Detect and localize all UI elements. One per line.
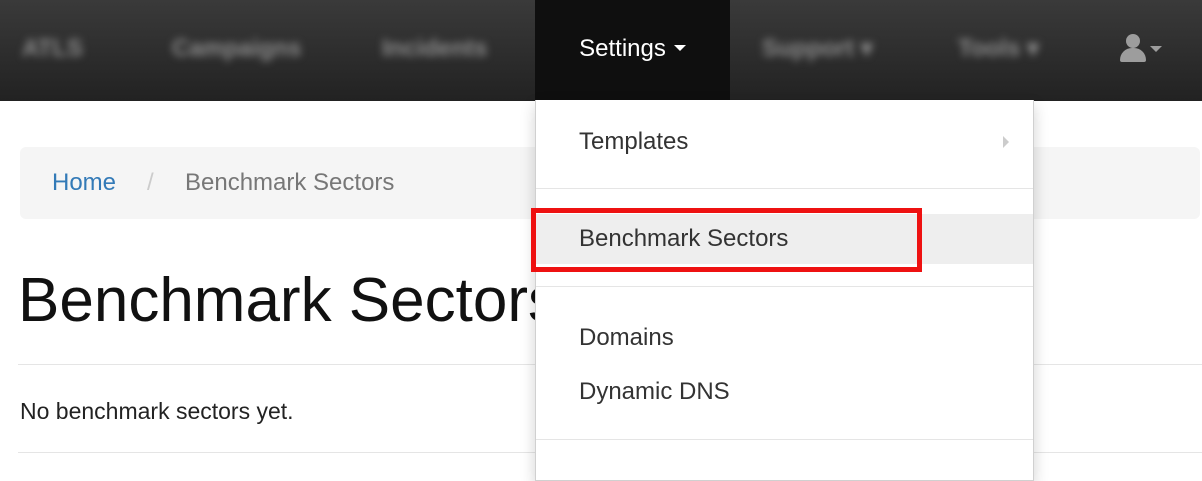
menu-divider xyxy=(536,439,1033,440)
settings-dropdown-menu: Templates Benchmark Sectors Domains Dyna… xyxy=(535,100,1034,481)
top-navbar: ATLS Campaigns Incidents Settings Suppor… xyxy=(0,0,1202,101)
nav-campaigns[interactable]: Campaigns xyxy=(172,0,301,101)
highlight-annotation-box xyxy=(531,208,922,272)
nav-support[interactable]: Support ▾ xyxy=(762,0,873,101)
nav-settings-label: Settings xyxy=(579,35,666,62)
brand-logo[interactable]: ATLS xyxy=(22,0,83,101)
breadcrumb-separator: / xyxy=(147,169,154,196)
chevron-down-icon xyxy=(673,44,686,51)
breadcrumb-current: Benchmark Sectors xyxy=(185,169,395,196)
menu-item-dynamic-dns[interactable]: Dynamic DNS xyxy=(536,372,1033,412)
menu-item-templates[interactable]: Templates xyxy=(536,122,1033,162)
nav-settings[interactable]: Settings xyxy=(535,0,730,101)
chevron-down-icon[interactable] xyxy=(1150,46,1162,52)
menu-item-label: Dynamic DNS xyxy=(579,378,730,405)
user-icon[interactable] xyxy=(1118,34,1148,66)
chevron-right-icon xyxy=(1003,136,1009,148)
menu-item-label: Templates xyxy=(579,128,689,155)
menu-item-label: Domains xyxy=(579,324,674,351)
nav-tools[interactable]: Tools ▾ xyxy=(958,0,1039,101)
menu-item-domains[interactable]: Domains xyxy=(536,318,1033,358)
menu-divider xyxy=(536,188,1033,189)
page-title: Benchmark Sectors xyxy=(18,266,559,335)
nav-incidents[interactable]: Incidents xyxy=(382,0,487,101)
menu-divider xyxy=(536,286,1033,287)
empty-state-message: No benchmark sectors yet. xyxy=(20,398,294,424)
breadcrumb-home-link[interactable]: Home xyxy=(52,169,116,197)
